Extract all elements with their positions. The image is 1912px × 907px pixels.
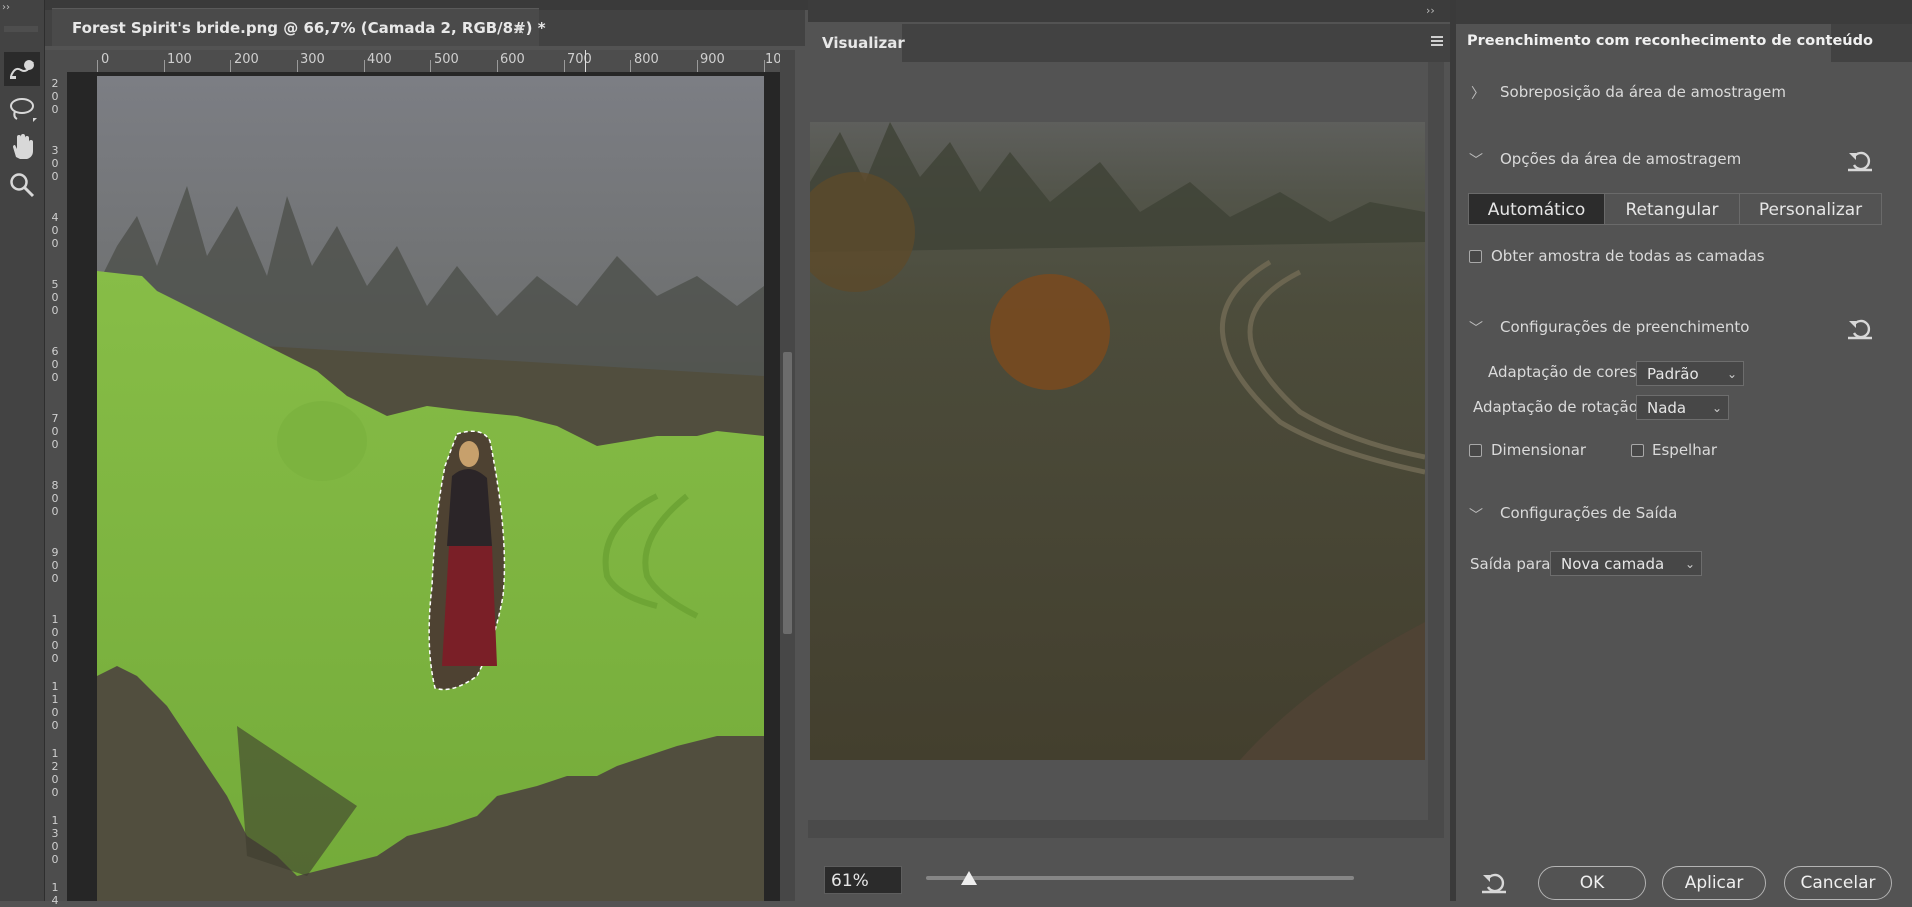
sample-all-layers-checkbox[interactable] — [1469, 250, 1482, 263]
ruler-label: 1300 — [51, 814, 59, 866]
close-icon[interactable]: × — [512, 19, 525, 38]
chevron-down-icon[interactable]: ﹀ — [1469, 150, 1483, 170]
section-fill-settings[interactable]: Configurações de preenchimento — [1500, 318, 1749, 336]
zoom-input[interactable]: 61% — [824, 866, 902, 894]
ruler-label: 900 — [700, 52, 725, 67]
mode-rectangular-button[interactable]: Retangular — [1604, 193, 1740, 225]
ruler-label: 600 — [500, 52, 525, 67]
chevron-down-icon: ⌄ — [1711, 401, 1722, 415]
brush-select-icon[interactable] — [4, 52, 40, 86]
toolbar-grip[interactable] — [4, 26, 38, 32]
rotation-adaptation-label: Adaptação de rotação — [1473, 398, 1638, 416]
color-adaptation-value: Padrão — [1647, 365, 1699, 383]
preview-horizontal-scrollbar[interactable] — [808, 820, 1428, 838]
ruler-label: 700 — [567, 52, 592, 67]
color-adaptation-select[interactable]: Padrão ⌄ — [1636, 361, 1744, 386]
canvas-vertical-scrollbar[interactable] — [780, 50, 795, 901]
document-tab-title: Forest Spirit's bride.png @ 66,7% (Camad… — [72, 19, 546, 37]
section-output-settings[interactable]: Configurações de Saída — [1500, 504, 1677, 522]
section-sampling-options[interactable]: Opções da área de amostragem — [1500, 150, 1741, 168]
cancel-button[interactable]: Cancelar — [1784, 866, 1892, 900]
content-aware-fill-panel: ›› Preenchimento com reconhecimento de c… — [1426, 0, 1912, 901]
hand-icon[interactable] — [4, 130, 40, 164]
document-canvas[interactable] — [97, 76, 764, 901]
ok-button[interactable]: OK — [1538, 866, 1646, 900]
ruler-label: 500 — [51, 278, 59, 317]
tab-preview[interactable]: Visualizar — [808, 24, 905, 62]
mode-custom-button[interactable]: Personalizar — [1739, 193, 1882, 225]
horizontal-ruler: 0 100 200 300 400 500 600 700 800 900 10 — [67, 50, 782, 73]
ruler-label: 700 — [51, 412, 59, 451]
panel-menu-icon[interactable] — [1428, 32, 1446, 50]
apply-button[interactable]: Aplicar — [1662, 866, 1766, 900]
tools-panel: ›› — [0, 0, 45, 901]
ruler-label: 14 — [51, 881, 59, 907]
ruler-label: 0 — [101, 52, 110, 67]
zoom-slider-track[interactable] — [926, 876, 1354, 880]
color-adaptation-label: Adaptação de cores — [1488, 363, 1637, 381]
vertical-ruler: 200 300 400 500 600 700 800 900 1000 1100 1200 1300… — [45, 72, 68, 907]
output-to-value: Nova camada — [1561, 555, 1665, 573]
chevron-down-icon: ⌄ — [1726, 367, 1737, 381]
scale-checkbox[interactable] — [1469, 444, 1482, 457]
chevron-down-icon: ⌄ — [1684, 557, 1695, 571]
ruler-label: 300 — [51, 144, 59, 183]
mirror-label: Espelhar — [1652, 441, 1718, 459]
sample-all-layers-label: Obter amostra de todas as camadas — [1491, 247, 1765, 265]
mode-automatic-button[interactable]: Automático — [1468, 193, 1605, 225]
reset-icon[interactable] — [1846, 148, 1874, 176]
zoom-slider-thumb[interactable] — [960, 871, 977, 885]
reset-icon[interactable] — [1846, 316, 1874, 344]
panel-title: Preenchimento com reconhecimento de cont… — [1467, 33, 1873, 49]
ruler-label: 900 — [51, 546, 59, 585]
lasso-icon[interactable] — [4, 92, 40, 126]
reset-all-icon[interactable] — [1480, 870, 1508, 898]
ruler-label: 200 — [51, 77, 59, 116]
scale-label: Dimensionar — [1491, 441, 1587, 459]
chevron-down-icon[interactable]: ﹀ — [1469, 318, 1483, 338]
toolbar-collapse-icon[interactable]: ›› — [0, 2, 46, 14]
ruler-cursor-marker — [585, 50, 586, 72]
expand-panels-icon[interactable]: ›› — [1426, 4, 1435, 17]
ruler-label: 800 — [51, 479, 59, 518]
ruler-corner — [45, 50, 67, 72]
chevron-right-icon[interactable]: 〉 — [1471, 83, 1485, 103]
preview-vertical-scrollbar[interactable] — [1428, 62, 1444, 838]
document-tab[interactable]: Forest Spirit's bride.png @ 66,7% (Camad… — [52, 8, 546, 46]
ruler-label: 200 — [234, 52, 259, 67]
section-sampling-overlay[interactable]: Sobreposição da área de amostragem — [1500, 83, 1786, 101]
ruler-label: 1200 — [51, 747, 59, 799]
panel-topbar — [1456, 0, 1912, 24]
preview-tab-label: Visualizar — [822, 34, 905, 52]
preview-panel: Visualizar 61% — [808, 0, 1453, 901]
preview-image[interactable] — [810, 122, 1425, 760]
rotation-adaptation-select[interactable]: Nada ⌄ — [1636, 395, 1729, 420]
chevron-down-icon[interactable]: ﹀ — [1469, 505, 1483, 525]
output-to-select[interactable]: Nova camada ⌄ — [1550, 551, 1702, 576]
canvas-scroll-thumb[interactable] — [783, 352, 792, 634]
ruler-label: 800 — [634, 52, 659, 67]
canvas-area[interactable] — [67, 72, 780, 901]
mirror-checkbox[interactable] — [1631, 444, 1644, 457]
ruler-label: 300 — [300, 52, 325, 67]
tab-content-aware-fill[interactable]: Preenchimento com reconhecimento de cont… — [1456, 24, 1873, 62]
ruler-label: 1000 — [51, 613, 59, 665]
zoom-icon[interactable] — [4, 168, 40, 202]
ruler-label: 500 — [434, 52, 459, 67]
ruler-label: 1100 — [51, 680, 59, 732]
ruler-label: 600 — [51, 345, 59, 384]
rotation-adaptation-value: Nada — [1647, 399, 1687, 417]
ruler-label: 400 — [51, 211, 59, 250]
output-to-label: Saída para — [1470, 555, 1551, 573]
preview-topbar — [808, 0, 1453, 22]
ruler-label: 100 — [167, 52, 192, 67]
ruler-label: 400 — [367, 52, 392, 67]
